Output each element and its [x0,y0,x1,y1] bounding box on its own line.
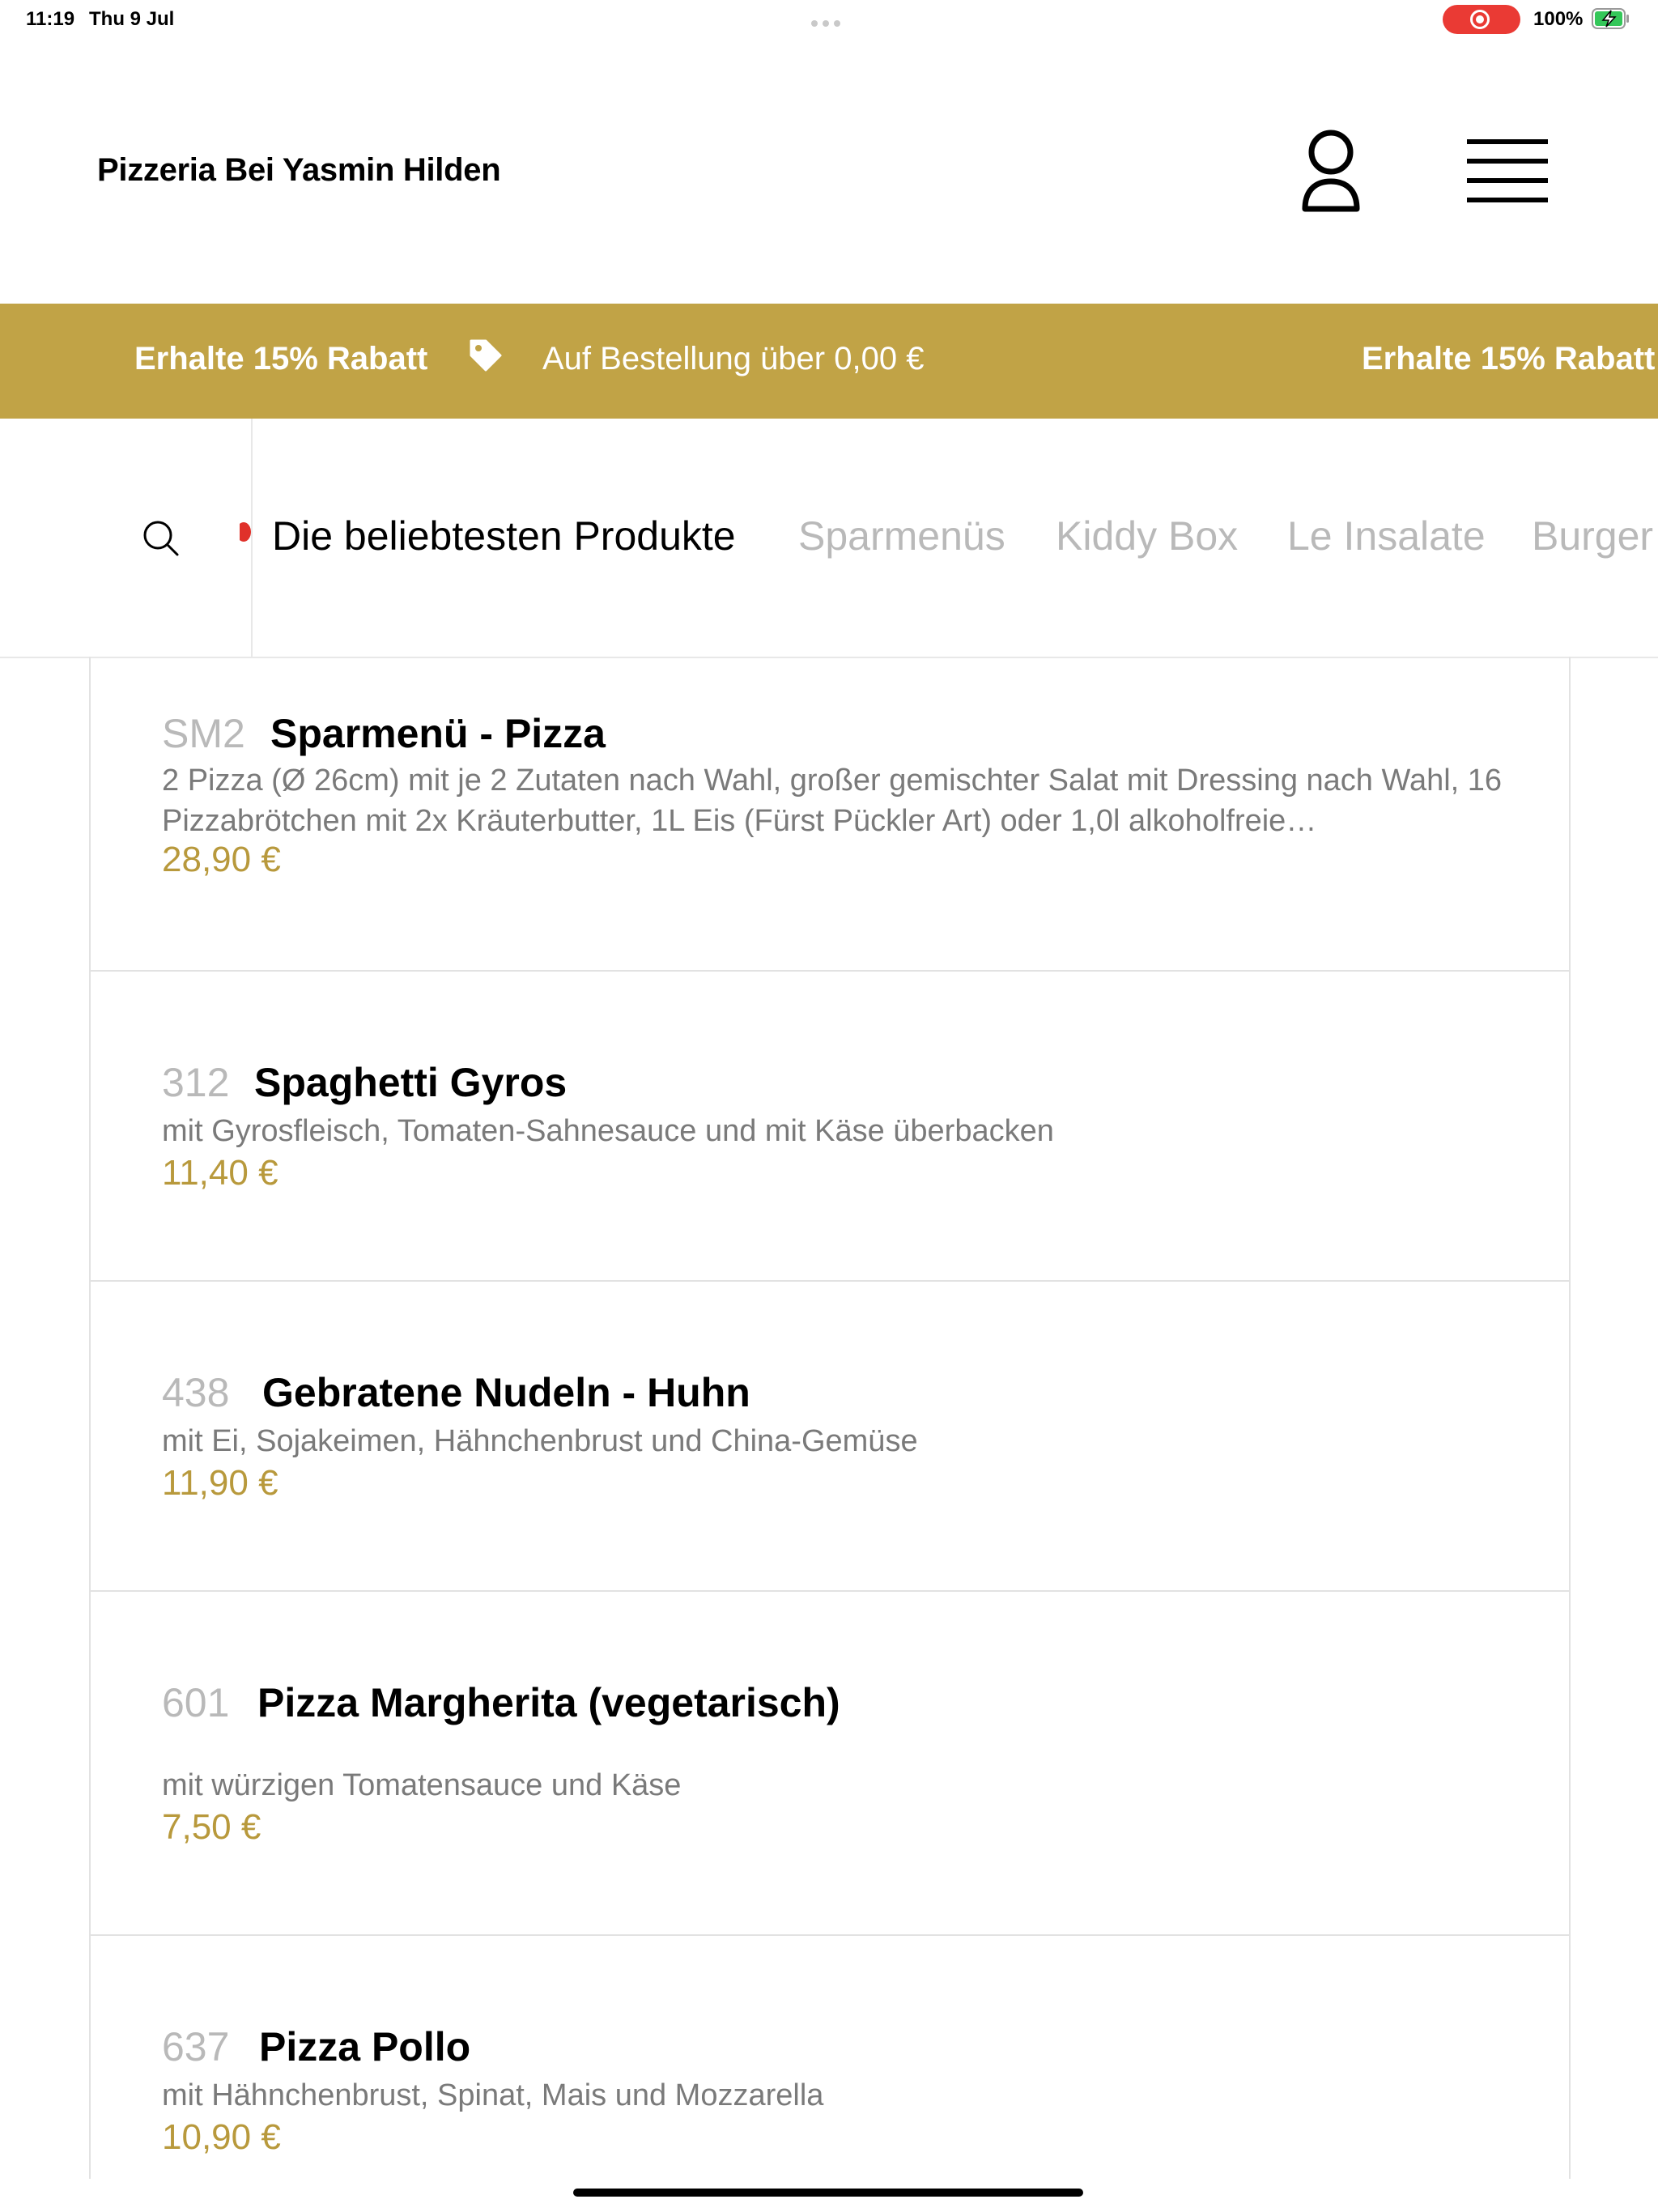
product-code: 637 [162,2024,230,2069]
product-name: Gebratene Nudeln - Huhn [262,1370,750,1415]
product-name: Pizza Pollo [259,2024,471,2069]
promo-banner: Erhalte 15% Rabatt Auf Bestellung über 0… [0,304,1658,419]
product-description: mit Hähnchenbrust, Spinat, Mais und Mozz… [162,2078,824,2112]
product-list: SM2 Sparmenü - Pizza 2 Pizza (Ø 26cm) mi… [89,657,1571,2179]
category-nav: Die beliebtesten Produkte Sparmenüs Kidd… [0,419,1658,658]
product-description: mit würzigen Tomatensauce und Käse [162,1768,682,1802]
search-icon [143,521,179,556]
promo-discount-label-repeat: Erhalte 15% Rabatt [1362,341,1656,376]
product-description: 2 Pizza (Ø 26cm) mit je 2 Zutaten nach W… [162,764,1503,838]
battery-percent: 100% [1533,8,1584,30]
status-time: 11:19 [26,8,75,30]
tag-icon [470,339,502,372]
product-price: 11,90 € [162,1463,278,1503]
product-price: 10,90 € [162,2117,281,2157]
multitasking-dots-icon[interactable] [811,16,847,27]
product-card[interactable]: SM2 Sparmenü - Pizza 2 Pizza (Ø 26cm) mi… [91,657,1569,972]
site-header: Pizzeria Bei Yasmin Hilden [0,39,1658,304]
search-button[interactable] [0,419,253,657]
home-indicator[interactable] [573,2189,1083,2197]
status-date: Thu 9 Jul [89,8,175,30]
product-price: 7,50 € [162,1807,261,1847]
product-card[interactable]: 438 Gebratene Nudeln - Huhn mit Ei, Soja… [91,1282,1569,1592]
product-code: 312 [162,1060,230,1105]
promo-condition-label: Auf Bestellung über 0,00 € [542,341,925,376]
product-description: mit Gyrosfleisch, Tomaten-Sahnesauce und… [162,1114,1054,1148]
product-name: Pizza Margherita (vegetarisch) [257,1680,840,1725]
product-card[interactable]: 637 Pizza Pollo mit Hähnchenbrust, Spina… [91,1936,1569,2179]
user-icon[interactable] [1290,125,1371,222]
product-name: Spaghetti Gyros [254,1060,568,1105]
product-code: 601 [162,1680,230,1725]
tab-popular-products[interactable]: Die beliebtesten Produkte [272,513,736,559]
product-description: mit Ei, Sojakeimen, Hähnchenbrust und Ch… [162,1424,918,1458]
screen-recording-icon[interactable] [1443,5,1520,34]
product-code: 438 [162,1370,230,1415]
status-bar: 11:19 Thu 9 Jul 100% [0,0,1658,39]
product-code: SM2 [162,711,245,756]
product-card[interactable]: 601 Pizza Margherita (vegetarisch) mit w… [91,1592,1569,1936]
product-price: 28,90 € [162,840,281,879]
battery-charging-icon [1592,8,1629,29]
tab-kiddy-box[interactable]: Kiddy Box [1056,513,1238,559]
product-price: 11,40 € [162,1153,278,1193]
product-name: Sparmenü - Pizza [270,711,606,756]
active-indicator-icon [240,522,254,542]
promo-discount-label: Erhalte 15% Rabatt [134,341,428,376]
tab-burger[interactable]: Burger [1532,513,1653,559]
tab-sparmenus[interactable]: Sparmenüs [798,513,1005,559]
product-card[interactable]: 312 Spaghetti Gyros mit Gyrosfleisch, To… [91,972,1569,1282]
tab-le-insalate[interactable]: Le Insalate [1287,513,1486,559]
restaurant-title[interactable]: Pizzeria Bei Yasmin Hilden [97,152,501,189]
hamburger-menu-icon[interactable] [1464,136,1551,209]
